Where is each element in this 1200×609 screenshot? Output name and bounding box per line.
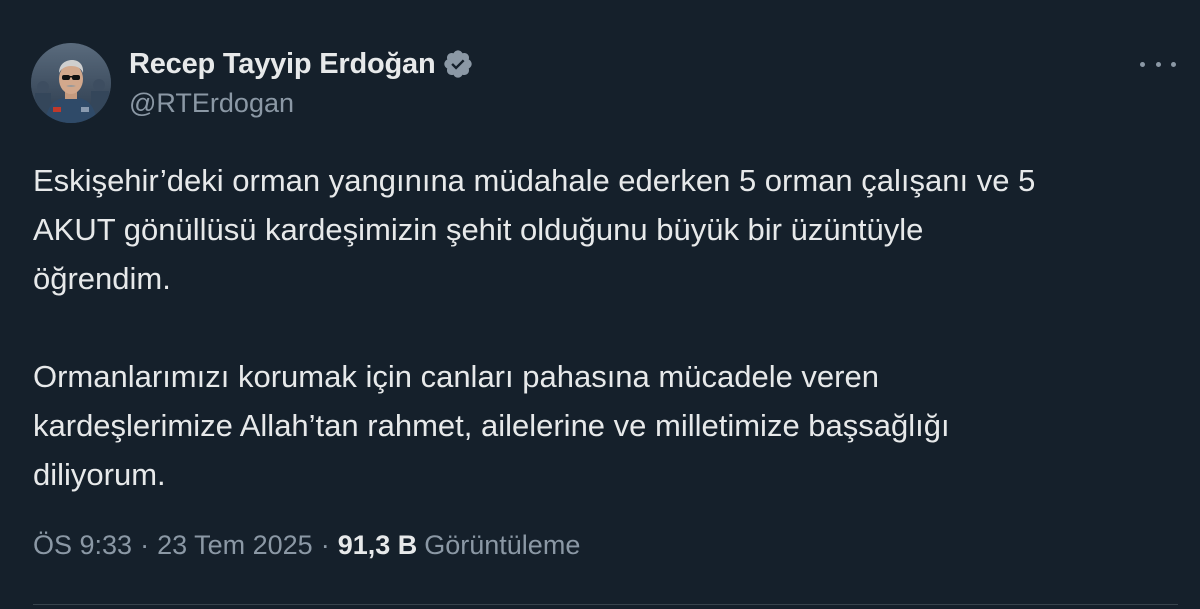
author-name-row: Recep Tayyip Erdoğan	[129, 46, 474, 82]
author-info: Recep Tayyip Erdoğan @RTErdogan	[129, 46, 474, 119]
avatar-image	[31, 43, 111, 123]
tweet-text: Eskişehir’deki orman yangınına müdahale …	[33, 156, 1173, 499]
views-count: 91,3 B	[337, 530, 418, 560]
meta-separator: ·	[140, 530, 150, 560]
dot	[1140, 61, 1145, 67]
verified-badge-icon[interactable]	[442, 48, 474, 80]
tweet-paragraph: Eskişehir’deki orman yangınına müdahale …	[33, 163, 1036, 296]
divider	[33, 604, 1178, 605]
author-display-name[interactable]: Recep Tayyip Erdoğan	[129, 48, 436, 81]
meta-separator: ·	[320, 530, 330, 560]
author-handle[interactable]: @RTErdogan	[129, 88, 474, 119]
tweet-meta: ÖS 9:33 · 23 Tem 2025 · 91,3 B Görüntüle…	[33, 530, 580, 561]
dot	[1171, 61, 1176, 67]
tweet-time[interactable]: ÖS 9:33	[33, 530, 132, 561]
tweet-paragraph: Ormanlarımızı korumak için canları pahas…	[33, 359, 950, 492]
views-label: Görüntüleme	[424, 530, 581, 560]
dot	[1155, 61, 1161, 67]
tweet-card: Recep Tayyip Erdoğan @RTErdogan Eskişehi…	[0, 0, 1200, 609]
avatar[interactable]	[31, 43, 111, 123]
tweet-date[interactable]: 23 Tem 2025	[157, 530, 313, 561]
more-options-icon[interactable]	[1138, 56, 1178, 72]
